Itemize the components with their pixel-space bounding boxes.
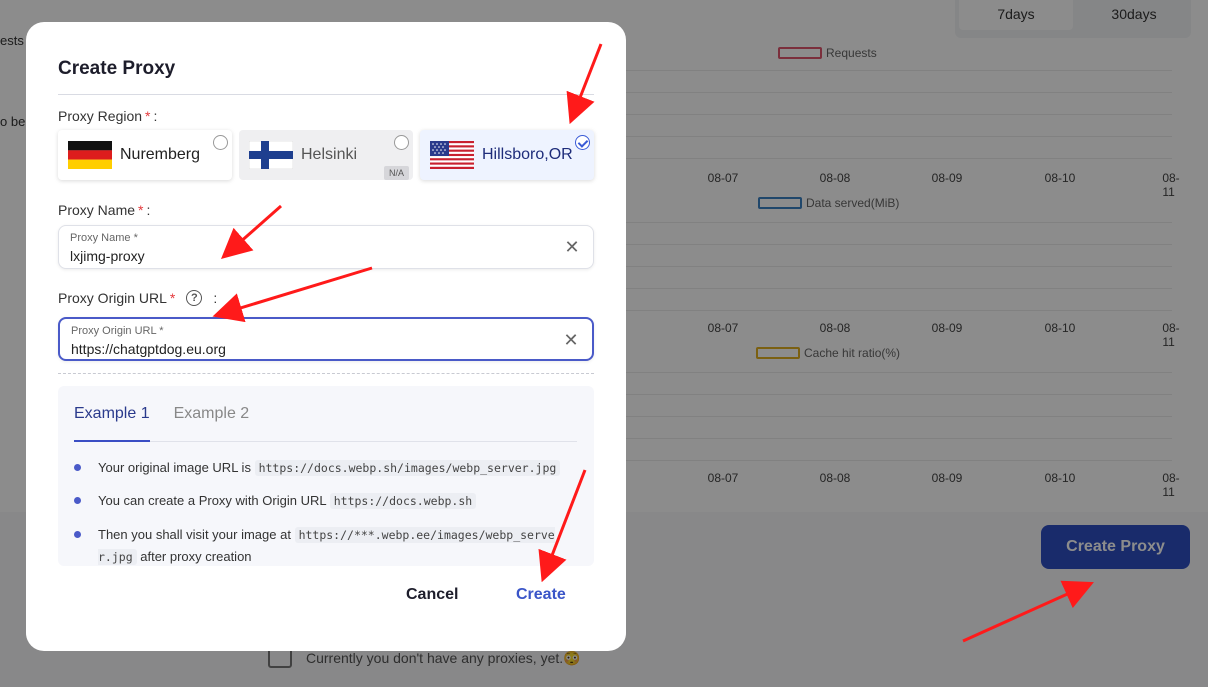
dialog-title: Create Proxy [58, 58, 176, 79]
required-mark: * [138, 202, 144, 218]
required-mark: * [145, 108, 151, 124]
example-item: Then you shall visit your image at https… [74, 524, 564, 566]
proxy-name-floating-label: Proxy Name * [70, 232, 138, 244]
example-tabs: Example 1 Example 2 [74, 386, 577, 442]
region-option-helsinki: Helsinki N/A [239, 130, 413, 180]
create-button[interactable]: Create [516, 586, 566, 604]
origin-url-input[interactable]: https://chatgptdog.eu.org [71, 341, 541, 357]
title-divider [58, 94, 594, 95]
finland-flag-icon [249, 141, 293, 169]
example-text-after: after proxy creation [140, 549, 252, 564]
help-icon[interactable]: ? [186, 290, 203, 306]
origin-url-label: Proxy Origin URL * ? : [58, 290, 217, 306]
example-text: Then you shall visit your image at [98, 527, 291, 542]
example-text: Your original image URL is [98, 460, 251, 475]
section-divider [58, 373, 594, 374]
usa-flag-icon [430, 141, 474, 169]
region-name: Helsinki [301, 146, 358, 163]
origin-url-field[interactable]: Proxy Origin URL * https://chatgptdog.eu… [58, 317, 594, 361]
region-label-text: Proxy Region [58, 108, 143, 124]
proxy-name-input[interactable]: lxjimg-proxy [70, 248, 540, 264]
unavailable-badge: N/A [383, 166, 409, 180]
example-item: Your original image URL is https://docs.… [74, 457, 574, 479]
tab-example-1[interactable]: Example 1 [74, 386, 150, 442]
radio-button[interactable] [213, 135, 228, 150]
clear-icon[interactable]: ✕ [562, 331, 580, 349]
example-item: You can create a Proxy with Origin URL h… [74, 490, 574, 512]
cancel-button[interactable]: Cancel [406, 586, 458, 604]
clear-icon[interactable]: ✕ [563, 238, 581, 256]
region-option-hillsboro[interactable]: Hillsboro,OR [420, 130, 594, 180]
region-label: Proxy Region * : [58, 108, 157, 124]
proxy-name-label-text: Proxy Name [58, 202, 136, 218]
proxy-name-label: Proxy Name * : [58, 202, 150, 218]
tab-example-2[interactable]: Example 2 [174, 386, 250, 441]
example-code: https://docs.webp.sh/images/webp_server.… [254, 460, 561, 476]
radio-button [394, 135, 409, 150]
required-mark: * [169, 290, 176, 306]
region-options: Nuremberg Helsinki N/A Hillsboro,OR [58, 130, 594, 182]
label-suffix: : [146, 202, 151, 218]
radio-button-checked[interactable] [575, 135, 590, 150]
germany-flag-icon [68, 141, 112, 169]
region-name: Nuremberg [120, 146, 201, 163]
create-proxy-dialog: Create Proxy Proxy Region * : Nuremberg … [26, 22, 626, 651]
example-text: You can create a Proxy with Origin URL [98, 493, 327, 508]
region-name: Hillsboro,OR [482, 146, 573, 163]
origin-url-floating-label: Proxy Origin URL * [71, 325, 164, 337]
example-code: https://docs.webp.sh [329, 493, 477, 509]
examples-panel: Example 1 Example 2 Your original image … [58, 386, 594, 566]
region-option-nuremberg[interactable]: Nuremberg [58, 130, 232, 180]
label-suffix: : [153, 108, 158, 124]
origin-url-label-text: Proxy Origin URL [58, 290, 167, 306]
label-suffix: : [213, 290, 218, 306]
proxy-name-field[interactable]: Proxy Name * lxjimg-proxy ✕ [58, 225, 594, 269]
